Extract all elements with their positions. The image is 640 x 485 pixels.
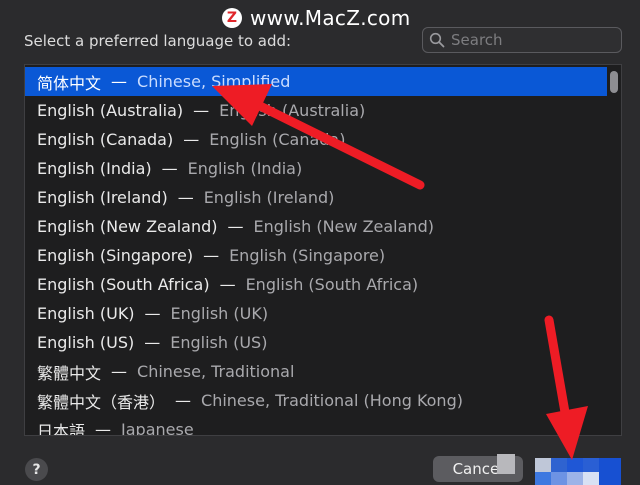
language-rows: 简体中文 — Chinese, Simplified English (Austral…	[25, 67, 607, 436]
language-english-name: Chinese, Traditional	[137, 362, 295, 381]
language-row[interactable]: English (Singapore) — English (Singapore)	[25, 241, 607, 270]
language-separator: —	[95, 420, 112, 436]
help-button[interactable]: ?	[25, 458, 48, 481]
language-english-name: English (Canada)	[209, 130, 346, 149]
pixel-block	[567, 472, 583, 485]
language-native-name: 繁體中文	[37, 363, 102, 383]
language-native-name: English (Canada)	[37, 130, 174, 149]
language-english-name: English (India)	[187, 159, 303, 178]
language-row[interactable]: English (US) — English (US)	[25, 328, 607, 357]
language-separator: —	[219, 275, 236, 294]
language-native-name: English (Singapore)	[37, 246, 194, 265]
language-english-name: English (UK)	[170, 304, 269, 323]
language-row[interactable]: English (UK) — English (UK)	[25, 299, 607, 328]
language-native-name: 简体中文	[37, 73, 102, 93]
language-separator: —	[227, 217, 244, 236]
language-native-name: English (India)	[37, 159, 152, 178]
pixel-block	[583, 458, 599, 472]
language-native-name: English (Ireland)	[37, 188, 168, 207]
language-native-name: English (New Zealand)	[37, 217, 218, 236]
language-separator: —	[203, 246, 220, 265]
pixel-block	[583, 472, 599, 485]
language-row[interactable]: 繁體中文 — Chinese, Traditional	[25, 357, 607, 386]
pixel-block	[551, 472, 567, 485]
language-row[interactable]: English (Ireland) — English (Ireland)	[25, 183, 607, 212]
language-english-name: English (Ireland)	[203, 188, 335, 207]
language-row[interactable]: 简体中文 — Chinese, Simplified	[25, 67, 607, 96]
language-separator: —	[144, 333, 161, 352]
language-separator: —	[177, 188, 194, 207]
language-separator: —	[183, 130, 200, 149]
language-english-name: Chinese, Simplified	[137, 72, 291, 91]
pixel-block	[599, 458, 621, 485]
pixel-block	[535, 472, 551, 485]
language-english-name: English (New Zealand)	[253, 217, 434, 236]
language-english-name: English (South Africa)	[245, 275, 419, 294]
language-separator: —	[175, 391, 192, 410]
language-row[interactable]: English (Australia) — English (Australia)	[25, 96, 607, 125]
language-english-name: English (US)	[170, 333, 268, 352]
search-icon	[429, 32, 445, 48]
language-row[interactable]: 日本語 — Japanese	[25, 415, 607, 436]
pixel-block	[535, 458, 551, 472]
pixel-block	[551, 458, 567, 472]
pixelated-add-button[interactable]	[495, 452, 623, 485]
language-separator: —	[111, 72, 128, 91]
language-row[interactable]: English (South Africa) — English (South Af…	[25, 270, 607, 299]
scrollbar[interactable]	[608, 67, 620, 433]
language-english-name: English (Singapore)	[229, 246, 386, 265]
language-list[interactable]: 简体中文 — Chinese, Simplified English (Austral…	[24, 64, 622, 436]
watermark-text: www.MacZ.com	[250, 6, 411, 30]
search-field[interactable]	[422, 27, 622, 53]
language-row[interactable]: English (Canada) — English (Canada)	[25, 125, 607, 154]
scrollbar-thumb[interactable]	[610, 71, 618, 93]
language-native-name: 日本語	[37, 421, 86, 436]
watermark: Z www.MacZ.com	[222, 4, 410, 32]
search-input[interactable]	[451, 31, 611, 49]
pixel-block	[567, 458, 583, 472]
language-native-name: English (UK)	[37, 304, 135, 323]
language-native-name: 繁體中文（香港）	[37, 392, 166, 412]
language-english-name: Chinese, Traditional (Hong Kong)	[201, 391, 463, 410]
language-separator: —	[161, 159, 178, 178]
language-english-name: Japanese	[121, 420, 194, 436]
language-separator: —	[193, 101, 210, 120]
watermark-logo-icon: Z	[222, 8, 242, 28]
pixel-block	[497, 454, 515, 474]
language-native-name: English (South Africa)	[37, 275, 210, 294]
language-row[interactable]: English (New Zealand) — English (New Zeala…	[25, 212, 607, 241]
language-row[interactable]: 繁體中文（香港） — Chinese, Traditional (Hong Kong…	[25, 386, 607, 415]
language-separator: —	[111, 362, 128, 381]
dialog-prompt: Select a preferred language to add:	[24, 32, 292, 50]
language-english-name: English (Australia)	[219, 101, 366, 120]
language-native-name: English (Australia)	[37, 101, 184, 120]
language-row[interactable]: English (India) — English (India)	[25, 154, 607, 183]
language-native-name: English (US)	[37, 333, 135, 352]
language-separator: —	[144, 304, 161, 323]
